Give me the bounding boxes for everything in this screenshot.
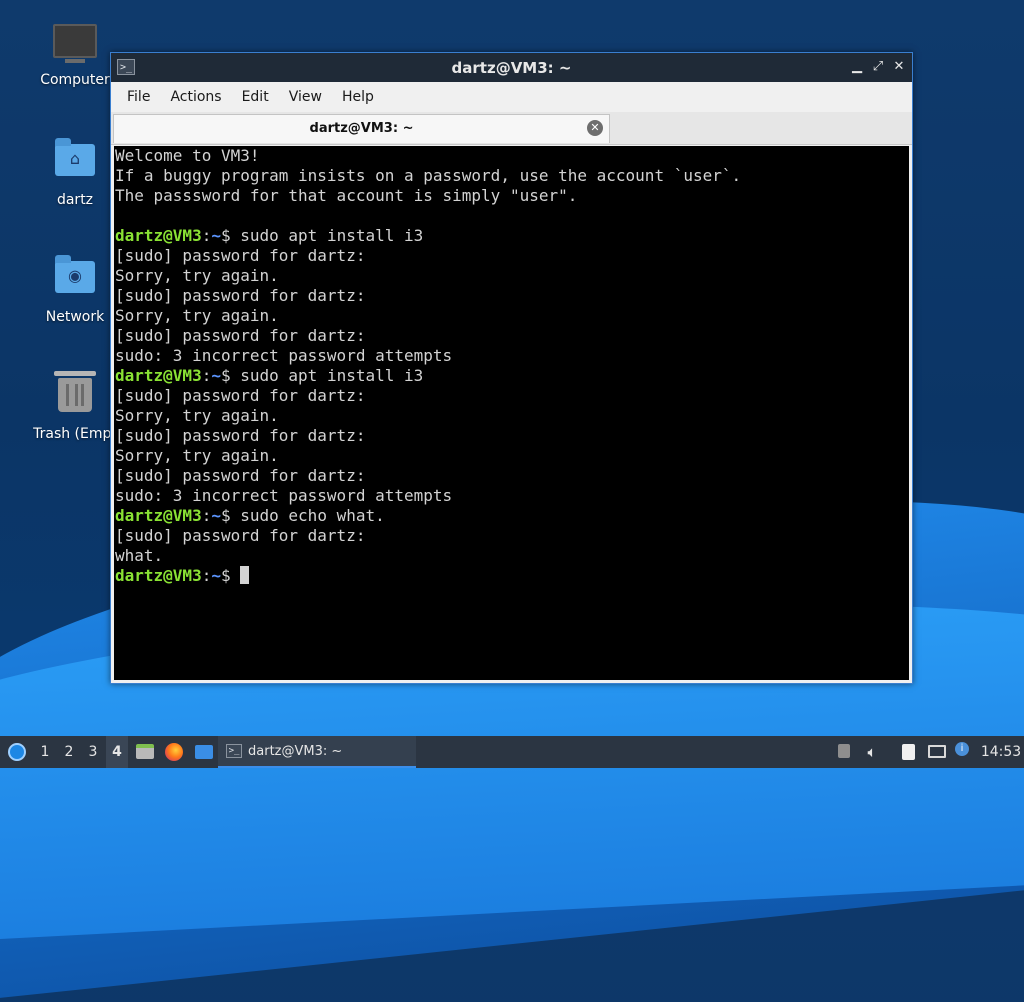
workspace-3[interactable]: 3 (82, 736, 104, 768)
prompt-symbol: $ (220, 566, 241, 585)
menu-help[interactable]: Help (332, 89, 384, 105)
terminal-command-line: dartz@VM3:~$ (115, 566, 909, 586)
prompt-symbol: $ (220, 366, 241, 385)
menu-edit[interactable]: Edit (232, 89, 279, 105)
terminal-output[interactable]: Welcome to VM3! If a buggy program insist… (114, 146, 909, 680)
file-manager-icon (136, 744, 154, 759)
tray-arrow-icon (838, 744, 850, 758)
tab-bar: dartz@VM3: ~ ✕ (111, 112, 912, 145)
prompt-symbol: $ (220, 506, 241, 525)
trash-icon (53, 371, 97, 422)
prompt-user: dartz@VM3 (115, 566, 202, 585)
prompt-path: ~ (211, 366, 221, 385)
terminal-output-line: [sudo] password for dartz: (115, 526, 366, 545)
computer-icon (53, 24, 97, 68)
network-folder-icon: ◉ (53, 255, 97, 305)
terminal-output-line: [sudo] password for dartz: (115, 286, 366, 305)
window-titlebar[interactable]: >_ dartz@VM3: ~ ▁ ⤢ ✕ (111, 53, 912, 82)
desktop-icon-label: Trash (Empt (33, 426, 117, 442)
taskbar-task-terminal[interactable]: >_ dartz@VM3: ~ (218, 736, 416, 768)
terminal-output-line: Welcome to VM3! (115, 146, 260, 165)
workspace-4[interactable]: 4 (106, 736, 128, 768)
menu-view[interactable]: View (279, 89, 332, 105)
terminal-output-line: what. (115, 546, 164, 565)
terminal-output-line: Sorry, try again. (115, 306, 279, 325)
terminal-output-line: Sorry, try again. (115, 406, 279, 425)
file-manager-launcher[interactable] (134, 736, 156, 768)
desktop-icon-trash[interactable]: Trash (Empt (27, 370, 123, 442)
command-text: sudo apt install i3 (240, 366, 424, 385)
home-folder-icon: ⌂ (53, 138, 97, 188)
desktop-icon-home[interactable]: ⌂ dartz (27, 136, 123, 208)
prompt-path: ~ (211, 506, 221, 525)
prompt-user: dartz@VM3 (115, 226, 202, 245)
prompt-symbol: $ (220, 226, 241, 245)
terminal-command-line: dartz@VM3:~$ sudo apt install i3 (115, 226, 909, 246)
update-notifier-button[interactable]: i (952, 736, 974, 768)
desktop-icon-network[interactable]: ◉ Network (27, 253, 123, 325)
close-button[interactable]: ✕ (890, 58, 908, 76)
network-status-button[interactable] (926, 736, 948, 768)
desktop-icon-label: dartz (56, 192, 94, 208)
terminal-command-line: dartz@VM3:~$ sudo echo what. (115, 506, 909, 526)
taskbar-task-label: dartz@VM3: ~ (248, 744, 343, 759)
tray-arrow-button[interactable] (836, 736, 852, 768)
lubuntu-logo-icon (8, 743, 26, 761)
prompt-colon: : (201, 566, 212, 585)
terminal-output-line: The passsword for that account is simply… (115, 186, 578, 205)
prompt-colon: : (201, 506, 212, 525)
prompt-colon: : (201, 226, 212, 245)
menu-actions[interactable]: Actions (160, 89, 231, 105)
terminal-output-line: [sudo] password for dartz: (115, 326, 366, 345)
menu-file[interactable]: File (117, 89, 160, 105)
terminal-output-line: [sudo] password for dartz: (115, 466, 366, 485)
desktop-icon-label: Network (45, 309, 105, 325)
prompt-colon: : (201, 366, 212, 385)
clipboard-icon (902, 744, 915, 760)
text-cursor (240, 566, 250, 584)
terminal-command-line: dartz@VM3:~$ sudo apt install i3 (115, 366, 909, 386)
taskbar: 1 2 3 4 >_ dartz@VM3: ~ 🔈︎ i 14:53 (0, 736, 1024, 768)
clipboard-button[interactable] (898, 736, 920, 768)
update-info-icon: i (955, 742, 969, 756)
terminal-output-line: Sorry, try again. (115, 446, 279, 465)
terminal-output-line: sudo: 3 incorrect password attempts (115, 486, 453, 505)
workspace-1[interactable]: 1 (34, 736, 56, 768)
prompt-user: dartz@VM3 (115, 366, 202, 385)
terminal-output-line: [sudo] password for dartz: (115, 386, 366, 405)
command-text: sudo echo what. (240, 506, 385, 525)
show-desktop-icon (195, 745, 213, 759)
workspace-2[interactable]: 2 (58, 736, 80, 768)
volume-button[interactable]: 🔈︎ (862, 736, 882, 768)
minimize-button[interactable]: ▁ (848, 58, 866, 76)
firefox-launcher[interactable] (162, 736, 186, 768)
command-text: sudo apt install i3 (240, 226, 424, 245)
menu-bar: File Actions Edit View Help (111, 82, 912, 112)
volume-icon: 🔈︎ (867, 743, 877, 761)
desktop-icon-computer[interactable]: Computer (27, 20, 123, 88)
desktop-icon-label: Computer (40, 72, 110, 88)
clock[interactable]: 14:53 (980, 736, 1022, 768)
start-menu-button[interactable] (4, 736, 28, 768)
network-wired-icon (928, 745, 946, 758)
terminal-output-line: sudo: 3 incorrect password attempts (115, 346, 453, 365)
window-title: dartz@VM3: ~ (451, 59, 572, 77)
firefox-icon (165, 743, 183, 761)
terminal-output-line: [sudo] password for dartz: (115, 426, 366, 445)
terminal-output-line: [sudo] password for dartz: (115, 246, 366, 265)
terminal-output-line: If a buggy program insists on a password… (115, 166, 742, 185)
prompt-user: dartz@VM3 (115, 506, 202, 525)
maximize-button[interactable]: ⤢ (869, 58, 887, 76)
tab-label: dartz@VM3: ~ (309, 121, 414, 136)
prompt-path: ~ (211, 226, 221, 245)
terminal-window: >_ dartz@VM3: ~ ▁ ⤢ ✕ File Actions Edit … (110, 52, 913, 684)
prompt-path: ~ (211, 566, 221, 585)
tab-terminal[interactable]: dartz@VM3: ~ ✕ (113, 114, 610, 143)
terminal-output-line: Sorry, try again. (115, 266, 279, 285)
terminal-app-icon: >_ (226, 744, 242, 758)
show-desktop-button[interactable] (192, 736, 216, 768)
tab-close-icon[interactable]: ✕ (587, 120, 603, 136)
